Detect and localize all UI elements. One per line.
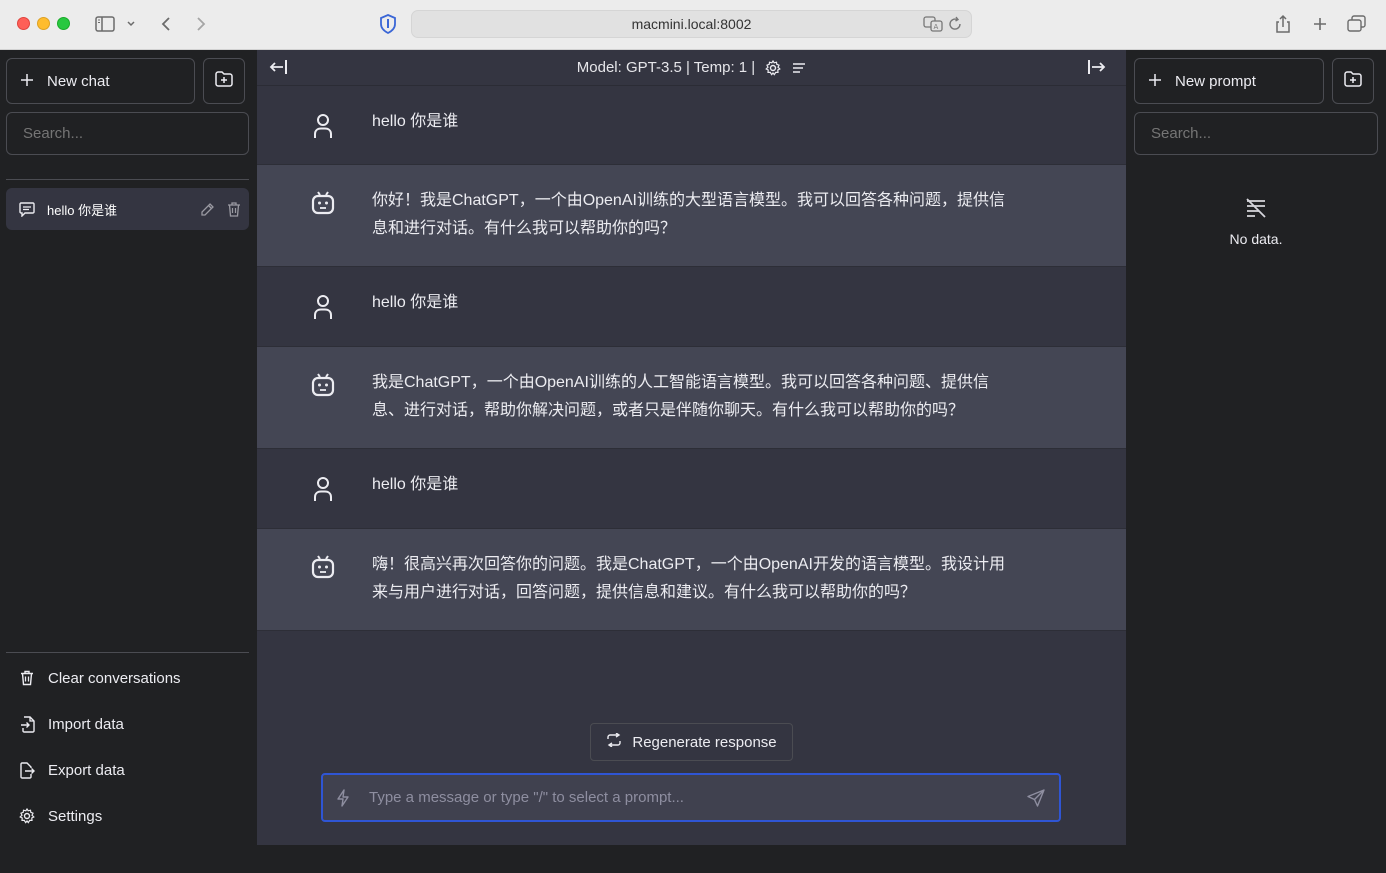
close-window-button[interactable] <box>17 17 30 30</box>
share-icon[interactable] <box>1270 12 1296 36</box>
chat-search-input[interactable] <box>6 112 249 155</box>
refresh-icon <box>606 732 622 751</box>
no-data-icon <box>1244 196 1268 223</box>
import-data-button[interactable]: Import data <box>6 704 249 744</box>
user-icon <box>309 475 337 503</box>
regenerate-label: Regenerate response <box>632 733 777 751</box>
conversation-title: hello 你是谁 <box>47 202 118 218</box>
maximize-window-button[interactable] <box>57 17 70 30</box>
model-header: Model: GPT-3.5 | Temp: 1 | <box>257 50 1126 86</box>
send-icon[interactable] <box>1013 788 1059 807</box>
new-prompt-label: New prompt <box>1175 72 1256 90</box>
message-text: hello 你是谁 <box>372 476 459 493</box>
chat-sidebar: New chat hello 你是谁 Clear conversations I… <box>0 50 257 873</box>
gear-icon[interactable] <box>765 59 782 76</box>
assistant-message: 嗨！很高兴再次回答你的问题。我是ChatGPT，一个由OpenAI开发的语言模型… <box>257 529 1126 631</box>
user-message: hello 你是谁 <box>257 86 1126 165</box>
new-prompt-folder-button[interactable] <box>1332 58 1374 104</box>
sidebar-bottom-divider <box>6 652 249 653</box>
export-data-label: Export data <box>48 761 125 779</box>
file-import-icon <box>6 715 48 733</box>
robot-icon <box>309 189 337 217</box>
message-text: hello 你是谁 <box>372 113 459 130</box>
settings-button[interactable]: Settings <box>6 796 249 836</box>
file-export-icon <box>6 761 48 779</box>
prompt-sidebar: New prompt No data. <box>1126 50 1386 873</box>
message-composer[interactable] <box>321 773 1061 822</box>
bottom-strip <box>257 845 1126 873</box>
collapse-right-sidebar-icon[interactable] <box>1086 58 1106 80</box>
bolt-icon[interactable] <box>323 788 363 807</box>
assistant-message: 你好！我是ChatGPT，一个由OpenAI训练的大型语言模型。我可以回答各种问… <box>257 165 1126 267</box>
message-text: hello 你是谁 <box>372 294 459 311</box>
robot-icon <box>309 371 337 399</box>
assistant-message: 我是ChatGPT，一个由OpenAI训练的人工智能语言模型。我可以回答各种问题… <box>257 347 1126 449</box>
trash-icon <box>6 670 48 686</box>
user-message: hello 你是谁 <box>257 449 1126 529</box>
url-text: macmini.local:8002 <box>631 16 752 32</box>
user-message: hello 你是谁 <box>257 267 1126 347</box>
message-icon <box>6 201 47 217</box>
back-icon[interactable] <box>153 12 179 36</box>
collapse-left-sidebar-icon[interactable] <box>269 58 289 80</box>
trash-icon[interactable] <box>219 201 249 217</box>
sidebar-toggle-icon[interactable] <box>92 12 118 36</box>
user-icon <box>309 112 337 140</box>
no-data-text: No data. <box>1229 231 1283 247</box>
clear-lines-icon[interactable] <box>792 62 806 74</box>
shield-icon[interactable] <box>375 12 401 36</box>
clear-conversations-label: Clear conversations <box>48 669 181 687</box>
translate-icon[interactable]: A <box>923 15 943 36</box>
message-input[interactable] <box>363 789 1013 806</box>
user-icon <box>309 293 337 321</box>
sidebar-divider <box>6 179 249 180</box>
edit-icon[interactable] <box>195 202 219 217</box>
plus-icon <box>1149 73 1161 90</box>
model-info: Model: GPT-3.5 | Temp: 1 | <box>576 59 756 76</box>
chat-area: Model: GPT-3.5 | Temp: 1 | hello 你是谁 你好！… <box>257 50 1126 845</box>
clear-conversations-button[interactable]: Clear conversations <box>6 658 249 698</box>
folder-plus-icon <box>215 71 233 91</box>
chevron-down-icon[interactable] <box>120 12 142 36</box>
minimize-window-button[interactable] <box>37 17 50 30</box>
address-bar[interactable]: macmini.local:8002 A <box>411 10 972 38</box>
new-chat-button[interactable]: New chat <box>6 58 195 104</box>
svg-text:A: A <box>934 23 939 31</box>
message-text: 我是ChatGPT，一个由OpenAI训练的人工智能语言模型。我可以回答各种问题… <box>372 374 989 419</box>
new-tab-icon[interactable] <box>1307 12 1333 36</box>
empty-state: No data. <box>1126 196 1386 247</box>
tab-overview-icon[interactable] <box>1344 12 1370 36</box>
folder-plus-icon <box>1344 71 1362 91</box>
browser-toolbar: macmini.local:8002 A <box>0 0 1386 50</box>
gear-icon <box>6 808 48 824</box>
new-folder-button[interactable] <box>203 58 245 104</box>
conversation-item[interactable]: hello 你是谁 <box>6 188 249 230</box>
import-data-label: Import data <box>48 715 124 733</box>
settings-label: Settings <box>48 807 103 825</box>
message-text: 嗨！很高兴再次回答你的问题。我是ChatGPT，一个由OpenAI开发的语言模型… <box>372 556 1005 601</box>
plus-icon <box>21 73 33 90</box>
message-text: 你好！我是ChatGPT，一个由OpenAI训练的大型语言模型。我可以回答各种问… <box>372 192 1005 237</box>
export-data-button[interactable]: Export data <box>6 750 249 790</box>
prompt-search-input[interactable] <box>1134 112 1378 155</box>
forward-icon[interactable] <box>188 12 214 36</box>
robot-icon <box>309 553 337 581</box>
reload-icon[interactable] <box>947 15 963 36</box>
new-prompt-button[interactable]: New prompt <box>1134 58 1324 104</box>
new-chat-label: New chat <box>47 72 110 90</box>
regenerate-response-button[interactable]: Regenerate response <box>590 723 793 761</box>
